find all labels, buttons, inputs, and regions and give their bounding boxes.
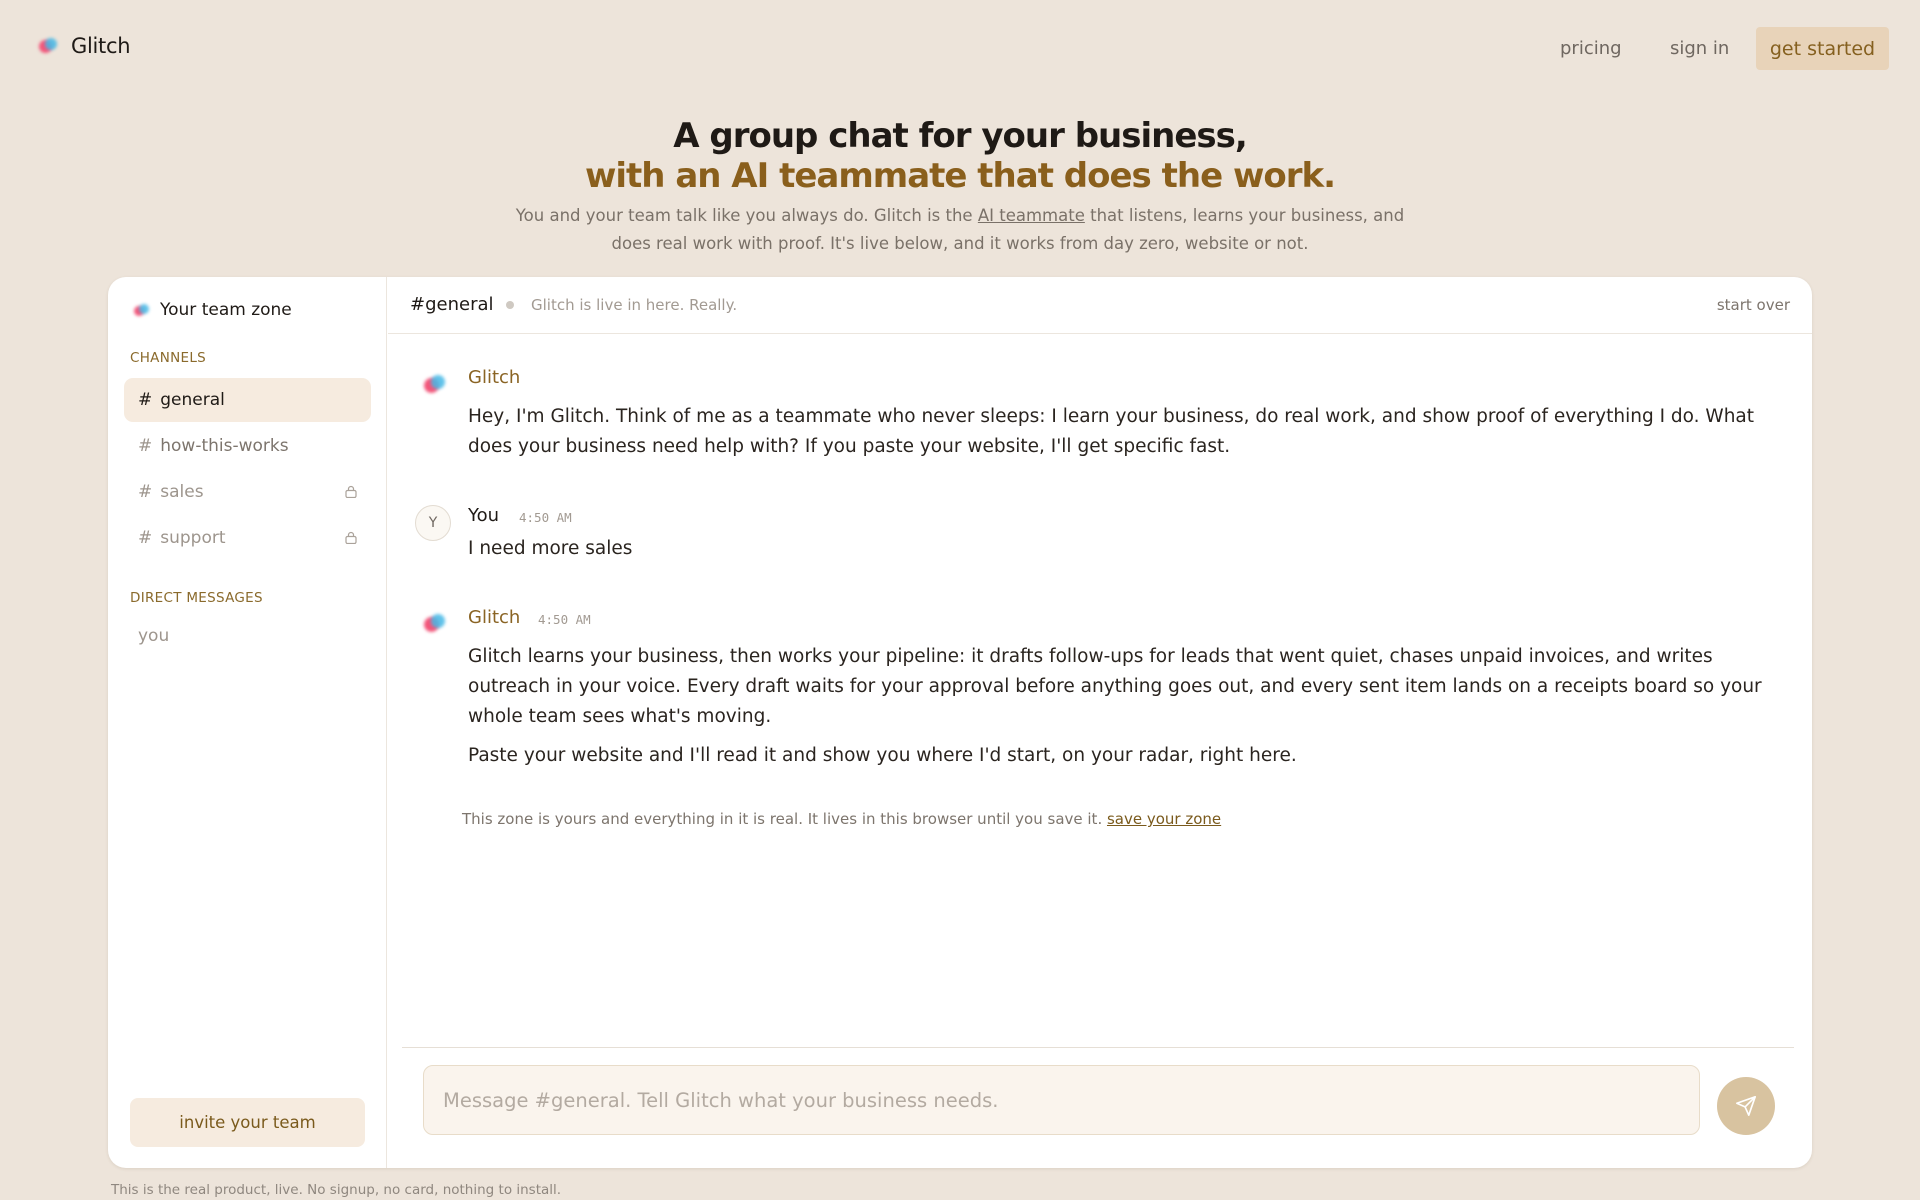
channel-label: sales [160,482,204,502]
zone-title: Your team zone [160,300,292,320]
message-time: 4:50 AM [519,510,572,525]
chat-app-card: Your team zone CHANNELS # general # how-… [108,277,1812,1168]
glitch-avatar-icon [421,611,447,637]
direct-messages-label: DIRECT MESSAGES [130,590,263,606]
channel-main: #general Glitch is live in here. Really.… [388,277,1812,1168]
message-text: Hey, I'm Glitch. Think of me as a teamma… [468,406,1755,457]
save-zone-link[interactable]: save your zone [1107,810,1221,828]
brand[interactable]: Glitch [37,34,131,58]
dm-item-you[interactable]: you [138,626,169,646]
ai-teammate-link[interactable]: AI teammate [978,206,1085,225]
channel-label: support [160,528,226,548]
sidebar-item-how-this-works[interactable]: # how-this-works [124,424,371,468]
glitch-logo-icon [37,35,59,57]
hash-icon: # [138,390,153,410]
invite-team-button[interactable]: invite your team [130,1098,365,1147]
sidebar-item-general[interactable]: # general [124,378,371,422]
sidebar-item-support[interactable]: # support [124,516,371,560]
nav-link-pricing[interactable]: pricing [1560,38,1622,59]
hero-title-line2: with an AI teammate that does the work. [584,156,1336,196]
hash-icon: # [138,482,153,502]
message-sender: You [468,505,500,526]
send-icon [1736,1096,1756,1116]
message-text: Paste your website and I'll read it and … [468,745,1297,766]
lock-icon [345,485,357,498]
nav-link-sign-in[interactable]: sign in [1670,38,1729,59]
glitch-avatar-icon [421,372,447,398]
channel-label: general [160,390,225,410]
message-sender: Glitch [468,367,521,388]
hash-icon: # [138,528,153,548]
channel-label: how-this-works [160,436,289,456]
top-nav: Glitch pricing sign in get started [0,0,1920,96]
sidebar-item-sales[interactable]: # sales [124,470,371,514]
lock-icon [345,531,357,544]
zone-notice: This zone is yours and everything in it … [462,810,1221,828]
channel-title: #general [410,294,494,315]
message-text: Glitch learns your business, then works … [468,646,1762,727]
zone-header: Your team zone [132,300,292,320]
hero-sub-before: You and your team talk like you always d… [515,206,978,225]
send-button[interactable] [1717,1077,1775,1135]
start-over-link[interactable]: start over [1717,296,1790,314]
hero-title-line1: A group chat for your business, [673,116,1248,156]
get-started-button[interactable]: get started [1756,27,1889,70]
hash-icon: # [138,436,153,456]
message-sender: Glitch [468,607,521,628]
glitch-logo-icon [132,301,150,319]
footer-note: This is the real product, live. No signu… [111,1182,562,1198]
composer-divider [402,1047,1794,1048]
message-input[interactable]: Message #general. Tell Glitch what your … [423,1065,1700,1135]
live-status-dot [506,301,514,309]
user-avatar: Y [415,505,451,541]
message-text: I need more sales [468,538,633,559]
brand-name: Glitch [71,34,131,58]
channels-label: CHANNELS [130,350,207,366]
channel-status: Glitch is live in here. Really. [531,296,738,314]
message-time: 4:50 AM [538,612,591,627]
hero-subtitle: You and your team talk like you always d… [510,202,1410,258]
channel-header: #general Glitch is live in here. Really.… [388,277,1812,334]
notice-text: This zone is yours and everything in it … [462,810,1107,828]
sidebar: Your team zone CHANNELS # general # how-… [108,277,387,1168]
